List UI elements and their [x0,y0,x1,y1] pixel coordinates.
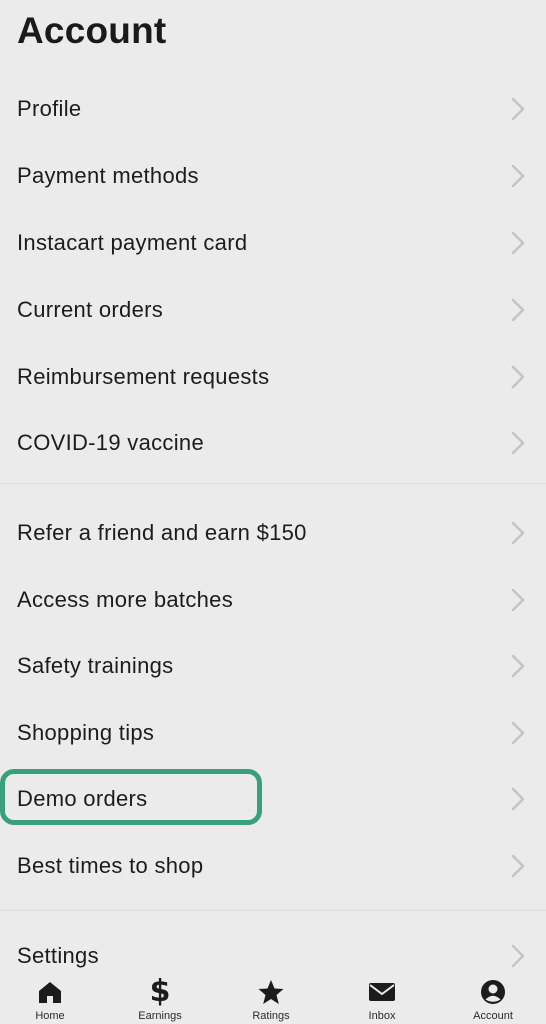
tab-earnings[interactable]: $ Earnings [110,971,210,1024]
demo-orders-highlight [0,769,262,825]
tab-label: Inbox [368,1010,396,1022]
menu-item-label: Settings [17,943,99,968]
menu-item-label: Payment methods [17,163,199,188]
menu-item-label: Profile [17,96,82,121]
section-divider [0,483,546,484]
menu-item-reimbursement-requests[interactable]: Reimbursement requests [0,347,546,407]
chevron-right-icon [510,587,526,613]
menu-item-refer-a-friend[interactable]: Refer a friend and earn $150 [0,503,546,563]
bottom-tab-bar: Home $ Earnings Ratings Inbox Account [0,971,546,1024]
menu-item-label: Access more batches [17,587,234,612]
chevron-right-icon [510,163,526,189]
menu-item-label: Instacart payment card [17,230,248,255]
tab-label: Home [35,1010,65,1022]
menu-item-best-times-to-shop[interactable]: Best times to shop [0,836,546,896]
chevron-right-icon [510,720,526,746]
star-icon [256,977,286,1007]
menu-item-label: Safety trainings [17,653,174,678]
tab-inbox[interactable]: Inbox [332,971,432,1024]
chevron-right-icon [510,943,526,969]
menu-item-label: Current orders [17,297,164,322]
chevron-right-icon [510,230,526,256]
menu-item-shopping-tips[interactable]: Shopping tips [0,703,546,763]
section-divider [0,910,546,911]
menu-item-payment-methods[interactable]: Payment methods [0,146,546,206]
menu-item-label: COVID-19 vaccine [17,430,204,455]
menu-item-profile[interactable]: Profile [0,79,546,139]
tab-ratings[interactable]: Ratings [221,971,321,1024]
menu-item-label: Best times to shop [17,853,204,878]
chevron-right-icon [510,653,526,679]
tab-home[interactable]: Home [0,971,100,1024]
home-icon [35,977,65,1007]
chevron-right-icon [510,853,526,879]
chevron-right-icon [510,786,526,812]
tab-label: Ratings [252,1010,290,1022]
tab-account[interactable]: Account [443,971,543,1024]
menu-item-covid-vaccine[interactable]: COVID-19 vaccine [0,413,546,473]
dollar-icon: $ [149,974,171,1009]
account-icon [478,977,508,1007]
menu-item-safety-trainings[interactable]: Safety trainings [0,636,546,696]
account-screen: Account Profile Payment methods Instacar… [0,0,546,1024]
menu-item-label: Shopping tips [17,720,155,745]
menu-item-label: Reimbursement requests [17,364,270,389]
chevron-right-icon [510,297,526,323]
menu-item-instacart-payment-card[interactable]: Instacart payment card [0,213,546,273]
tab-label: Account [473,1010,513,1022]
chevron-right-icon [510,430,526,456]
chevron-right-icon [510,520,526,546]
tab-label: Earnings [138,1010,182,1022]
page-title: Account [17,10,167,51]
menu-item-current-orders[interactable]: Current orders [0,280,546,340]
mail-icon [367,977,397,1007]
chevron-right-icon [510,96,526,122]
menu-item-label: Refer a friend and earn $150 [17,520,307,545]
chevron-right-icon [510,364,526,390]
menu-item-access-more-batches[interactable]: Access more batches [0,570,546,630]
